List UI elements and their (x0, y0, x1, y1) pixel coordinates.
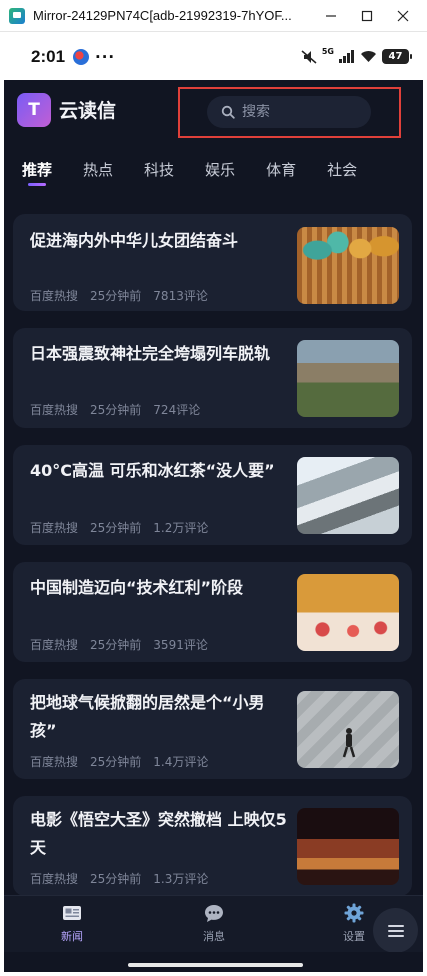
news-thumbnail (297, 808, 399, 885)
news-time: 25分钟前 (90, 638, 142, 652)
news-title: 中国制造迈向“技术红利”阶段 (30, 578, 244, 597)
notification-app-icon (73, 48, 90, 65)
maximize-icon[interactable] (349, 0, 385, 32)
phone-screen: 2:01 ··· 5G 47 T 云读信 搜索 推荐 热点 科技 娱乐 体育 社… (4, 33, 423, 972)
news-list: 促进海内外中华儿女团结奋斗 百度热搜 25分钟前 7813评论 日本强震致神社完… (13, 214, 413, 913)
chat-bubble-icon (205, 905, 223, 922)
news-comments: 1.2万评论 (153, 521, 209, 535)
news-card[interactable]: 40°C高温 可乐和冰红茶“没人要” 百度热搜 25分钟前 1.2万评论 (13, 445, 412, 545)
news-thumbnail (297, 227, 399, 304)
nav-messages[interactable]: 消息 (189, 902, 239, 944)
news-time: 25分钟前 (90, 755, 142, 769)
news-card[interactable]: 中国制造迈向“技术红利”阶段 百度热搜 25分钟前 3591评论 (13, 562, 412, 662)
network-type: 5G (321, 47, 334, 56)
news-meta: 百度热搜 25分钟前 724评论 (30, 401, 200, 418)
hamburger-menu-icon (387, 924, 404, 937)
news-meta: 百度热搜 25分钟前 1.3万评论 (30, 870, 208, 887)
nav-settings-label: 设置 (343, 930, 365, 943)
status-time: 2:01 (31, 46, 66, 66)
status-bar: 2:01 ··· 5G 47 (4, 33, 423, 80)
minimize-icon[interactable] (313, 0, 349, 32)
signal-icon (339, 50, 354, 63)
news-meta: 百度热搜 25分钟前 1.4万评论 (30, 753, 208, 770)
news-time: 25分钟前 (90, 872, 142, 886)
search-input[interactable] (242, 104, 352, 120)
tab-tech[interactable]: 科技 (144, 145, 174, 190)
news-comments: 724评论 (153, 403, 201, 417)
nav-news-label: 新闻 (61, 930, 83, 943)
search-bar[interactable] (207, 96, 371, 128)
news-thumbnail (297, 457, 399, 534)
news-thumbnail (297, 574, 399, 651)
window-titlebar: Mirror-24129PN74C[adb-21992319-7hYOF... (0, 0, 427, 32)
newspaper-icon (63, 906, 81, 920)
app-logo: T (17, 93, 51, 127)
news-thumbnail (297, 340, 399, 417)
app-logo-letter: T (28, 100, 40, 120)
news-source: 百度热搜 (30, 872, 79, 886)
news-card[interactable]: 日本强震致神社完全垮塌列车脱轨 百度热搜 25分钟前 724评论 (13, 328, 412, 428)
news-time: 25分钟前 (90, 521, 142, 535)
news-source: 百度热搜 (30, 521, 79, 535)
tab-recommend[interactable]: 推荐 (22, 145, 52, 190)
home-gesture-handle[interactable] (128, 963, 303, 967)
tab-hot[interactable]: 热点 (83, 145, 113, 190)
nav-settings[interactable]: 设置 (329, 902, 379, 944)
news-time: 25分钟前 (90, 289, 142, 303)
news-card[interactable]: 把地球气候掀翻的居然是个“小男孩” 百度热搜 25分钟前 1.4万评论 (13, 679, 412, 779)
close-icon[interactable] (385, 0, 421, 32)
news-comments: 1.3万评论 (153, 872, 209, 886)
app-header: T 云读信 (4, 80, 423, 145)
news-comments: 7813评论 (153, 289, 208, 303)
menu-fab[interactable] (373, 908, 418, 953)
news-meta: 百度热搜 25分钟前 7813评论 (30, 287, 208, 304)
news-time: 25分钟前 (90, 403, 142, 417)
news-comments: 3591评论 (153, 638, 208, 652)
more-notifications-icon: ··· (95, 47, 116, 66)
news-meta: 百度热搜 25分钟前 3591评论 (30, 636, 208, 653)
wifi-icon (361, 51, 376, 62)
nav-messages-label: 消息 (203, 930, 225, 943)
news-comments: 1.4万评论 (153, 755, 209, 769)
news-title: 日本强震致神社完全垮塌列车脱轨 (30, 344, 271, 363)
news-source: 百度热搜 (30, 755, 79, 769)
news-source: 百度热搜 (30, 638, 79, 652)
bottom-nav: 新闻 消息 设置 (4, 895, 423, 952)
gear-icon (344, 903, 364, 923)
category-tabs: 推荐 热点 科技 娱乐 体育 社会 (4, 145, 423, 190)
app-name: 云读信 (59, 100, 117, 122)
mute-icon (301, 49, 317, 64)
news-source: 百度热搜 (30, 289, 79, 303)
news-title: 40°C高温 可乐和冰红茶“没人要” (30, 461, 275, 480)
news-card[interactable]: 电影《悟空大圣》突然撤档 上映仅5天 百度热搜 25分钟前 1.3万评论 (13, 796, 412, 896)
news-title: 促进海内外中华儿女团结奋斗 (30, 231, 239, 250)
search-highlight-box (178, 87, 401, 138)
search-icon (221, 105, 235, 119)
tab-society[interactable]: 社会 (327, 145, 357, 190)
news-meta: 百度热搜 25分钟前 1.2万评论 (30, 519, 208, 536)
tab-sports[interactable]: 体育 (266, 145, 296, 190)
news-thumbnail (297, 691, 399, 768)
battery-level: 47 (388, 51, 403, 62)
nav-news[interactable]: 新闻 (47, 902, 97, 944)
gesture-bar (4, 952, 423, 972)
window-title: Mirror-24129PN74C[adb-21992319-7hYOF... (33, 8, 292, 23)
battery-indicator: 47 (382, 49, 412, 64)
walking-person-figure (342, 728, 356, 758)
mirror-app-icon (9, 7, 25, 24)
news-title: 把地球气候掀翻的居然是个“小男孩” (30, 693, 265, 740)
news-card[interactable]: 促进海内外中华儿女团结奋斗 百度热搜 25分钟前 7813评论 (13, 214, 412, 311)
tab-entertainment[interactable]: 娱乐 (205, 145, 235, 190)
news-title: 电影《悟空大圣》突然撤档 上映仅5天 (30, 810, 287, 857)
news-source: 百度热搜 (30, 403, 79, 417)
